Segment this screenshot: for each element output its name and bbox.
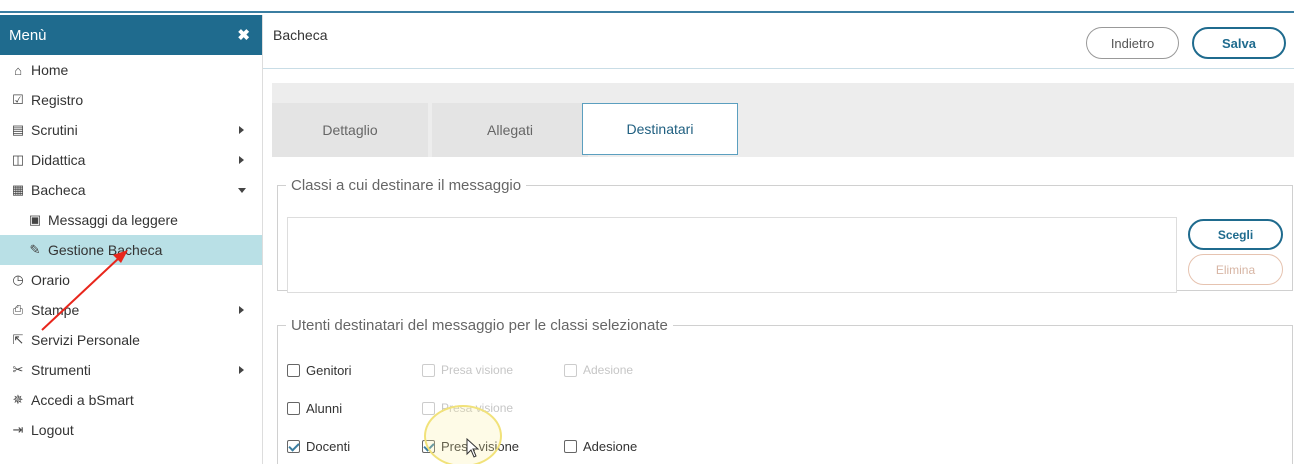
- printer-icon: ⎙: [12, 302, 24, 317]
- document-icon: ▤: [11, 122, 25, 137]
- menu-title: Menù: [9, 26, 47, 44]
- alunni-checkbox[interactable]: [287, 401, 300, 415]
- external-link-icon: ⇱: [12, 332, 24, 347]
- tab-dettaglio[interactable]: Dettaglio: [272, 103, 428, 157]
- genitori-presa-option: Presa visione: [422, 360, 513, 380]
- tab-destinatari[interactable]: Destinatari: [582, 103, 738, 155]
- top-strip: [0, 0, 1294, 13]
- sidebar-item-orario[interactable]: ◷ Orario: [0, 265, 262, 295]
- chevron-right-icon: [239, 156, 244, 164]
- chevron-down-icon: [238, 188, 246, 193]
- mouse-cursor-icon: [466, 438, 480, 458]
- user-row-genitori: Genitori: [287, 360, 352, 380]
- sidebar-item-didattica[interactable]: ◫ Didattica: [0, 145, 262, 175]
- sidebar-item-bacheca[interactable]: ▦ Bacheca: [0, 175, 262, 205]
- choose-button[interactable]: Scegli: [1188, 219, 1283, 250]
- docenti-checkbox[interactable]: [287, 439, 300, 453]
- sidebar-item-bsmart[interactable]: ✵ Accedi a bSmart: [0, 385, 262, 415]
- classes-legend: Classi a cui destinare il messaggio: [291, 177, 522, 194]
- chevron-right-icon: [239, 306, 244, 314]
- sidebar-item-gestione-bacheca[interactable]: ✎ Gestione Bacheca: [0, 235, 262, 265]
- genitori-presa-label: Presa visione: [441, 363, 514, 377]
- sidebar-item-messaggi[interactable]: ▣ Messaggi da leggere: [0, 205, 262, 235]
- clock-icon: ◷: [12, 272, 24, 287]
- sidebar-item-scrutini[interactable]: ▤ Scrutini: [0, 115, 262, 145]
- chevron-right-icon: [239, 126, 244, 134]
- genitori-adesione-checkbox[interactable]: [564, 363, 577, 377]
- docenti-adesione-checkbox[interactable]: [564, 439, 577, 453]
- graduation-icon: ✵: [12, 392, 24, 407]
- title-bar: Bacheca Indietro Salva: [263, 15, 1294, 69]
- close-menu-icon[interactable]: ✖: [237, 26, 250, 44]
- genitori-label: Genitori: [306, 362, 352, 378]
- home-icon: ⌂: [14, 62, 22, 78]
- sidebar-item-logout[interactable]: ⇥ Logout: [0, 415, 262, 445]
- sidebar-item-home[interactable]: ⌂ Home: [0, 55, 262, 85]
- page-title: Bacheca: [273, 27, 328, 43]
- delete-button[interactable]: Elimina: [1188, 254, 1283, 285]
- calendar-check-icon: ☑: [12, 92, 24, 107]
- sidebar-item-stampe[interactable]: ⎙ Stampe: [0, 295, 262, 325]
- docenti-adesione-option: Adesione: [564, 436, 637, 456]
- click-highlight-ring: [424, 405, 502, 464]
- edit-icon: ✎: [29, 242, 41, 257]
- genitori-presa-checkbox[interactable]: [422, 363, 435, 377]
- newspaper-icon: ▣: [28, 212, 42, 227]
- sidebar: Menù ✖ ⌂ Home ☑ Registro ▤ Scrutini ◫ Didatt…: [0, 15, 263, 464]
- genitori-checkbox[interactable]: [287, 363, 300, 377]
- tools-icon: ✂: [12, 362, 24, 377]
- app-window: Menù ✖ ⌂ Home ☑ Registro ▤ Scrutini ◫ Didatt…: [0, 0, 1294, 464]
- classes-fieldset: Classi a cui destinare il messaggio Sceg…: [277, 177, 1293, 293]
- sidebar-item-servizi-personale[interactable]: ⇱ Servizi Personale: [0, 325, 262, 355]
- user-row-docenti: Docenti: [287, 436, 350, 456]
- sidebar-item-strumenti[interactable]: ✂ Strumenti: [0, 355, 262, 385]
- book-icon: ◫: [11, 152, 25, 167]
- chevron-right-icon: [239, 366, 244, 374]
- sidebar-item-registro[interactable]: ☑ Registro: [0, 85, 262, 115]
- tab-bar: Dettaglio Allegati Destinatari: [272, 83, 1294, 157]
- save-button[interactable]: Salva: [1192, 27, 1286, 59]
- classes-list-box[interactable]: [287, 217, 1177, 293]
- tab-allegati[interactable]: Allegati: [432, 103, 588, 157]
- user-row-alunni: Alunni: [287, 398, 342, 418]
- docenti-label: Docenti: [306, 438, 351, 454]
- genitori-adesione-label: Adesione: [583, 363, 634, 377]
- genitori-adesione-option: Adesione: [564, 360, 633, 380]
- users-legend: Utenti destinatari del messaggio per le …: [291, 317, 668, 334]
- logout-icon: ⇥: [12, 422, 24, 437]
- back-button[interactable]: Indietro: [1086, 27, 1179, 59]
- alunni-presa-checkbox[interactable]: [422, 401, 435, 415]
- board-icon: ▦: [11, 182, 25, 197]
- main-content: Bacheca Indietro Salva Dettaglio Allegat…: [263, 15, 1294, 464]
- docenti-adesione-label: Adesione: [583, 438, 638, 454]
- menu-header: Menù ✖: [0, 15, 262, 55]
- alunni-label: Alunni: [306, 400, 343, 416]
